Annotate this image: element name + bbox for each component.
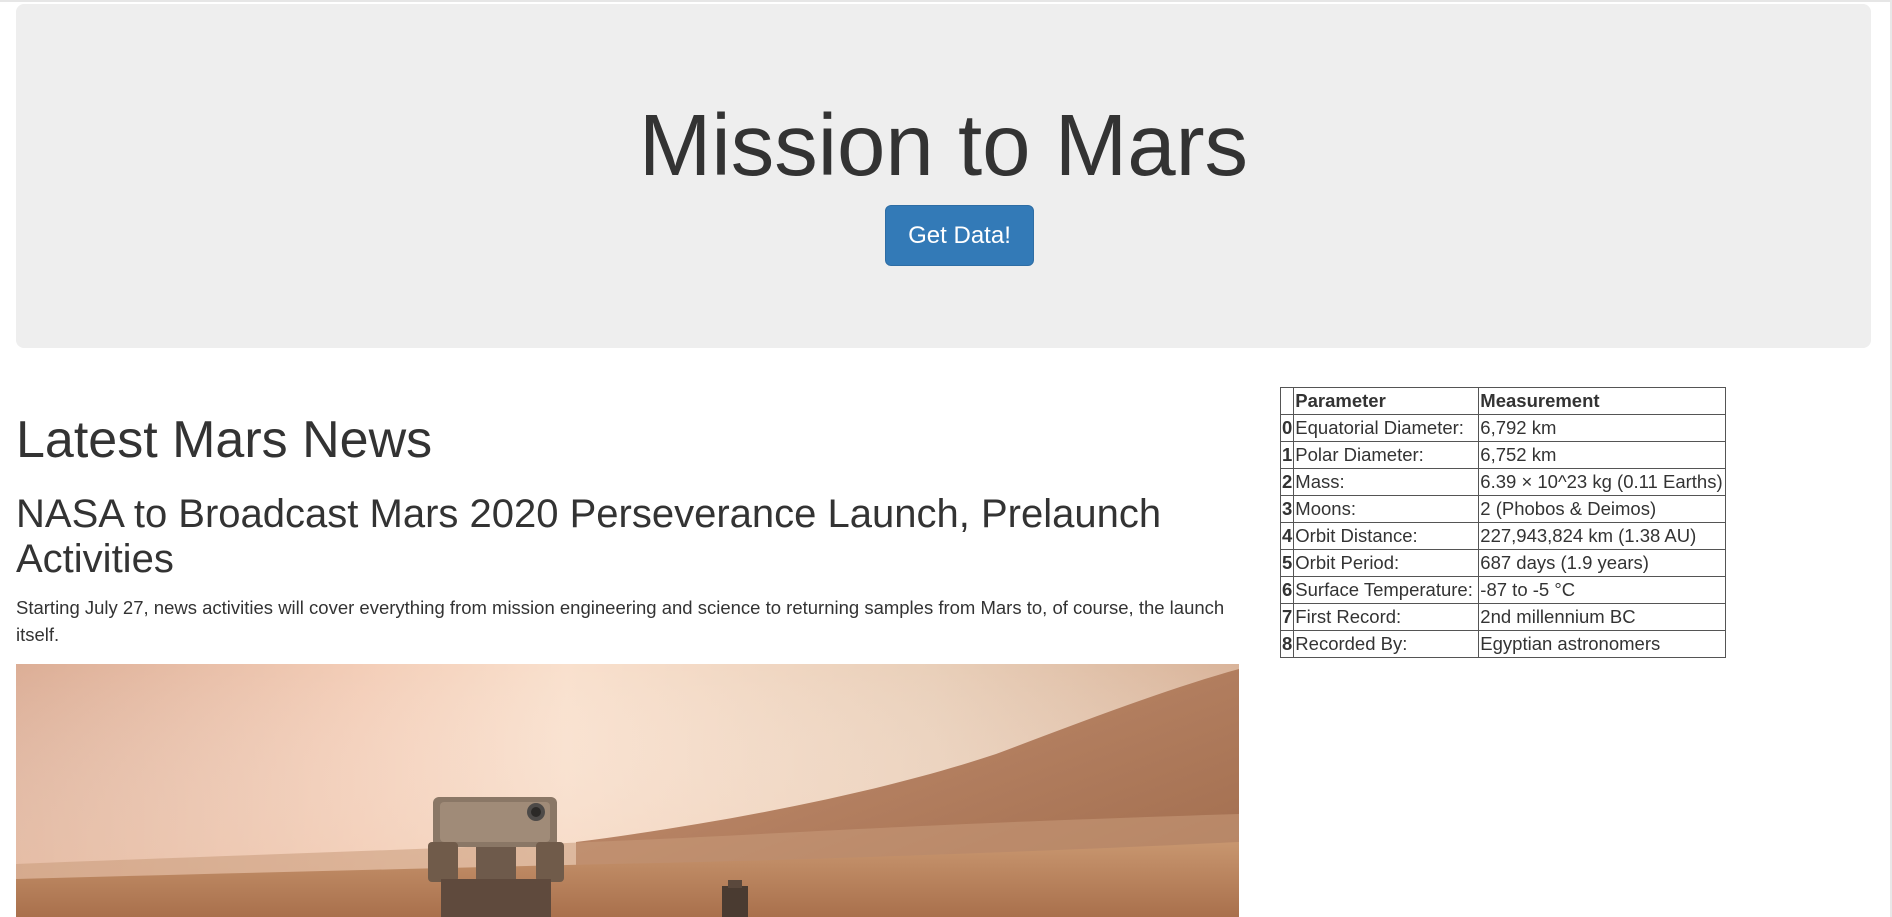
table-row: 0 Equatorial Diameter: 6,792 km <box>1279 414 1727 442</box>
get-data-button[interactable]: Get Data! <box>885 205 1034 266</box>
row-index: 1 <box>1279 441 1295 469</box>
row-index: 0 <box>1279 414 1295 442</box>
measurement-cell: 227,943,824 km (1.38 AU) <box>1478 522 1727 550</box>
parameter-cell: Moons: <box>1293 495 1480 523</box>
news-title: NASA to Broadcast Mars 2020 Perseverance… <box>16 492 1162 581</box>
mars-facts-table: Parameter Measurement 0 Equatorial Diame… <box>1279 387 1727 658</box>
row-index: 8 <box>1279 630 1295 658</box>
index-header <box>1279 387 1295 415</box>
row-index: 2 <box>1279 468 1295 496</box>
page-title: Mission to Mars <box>638 97 1249 194</box>
news-section: Latest Mars News NASA to Broadcast Mars … <box>16 400 1240 648</box>
measurement-cell: 687 days (1.9 years) <box>1478 549 1727 577</box>
measurement-cell: Egyptian astronomers <box>1478 630 1727 658</box>
parameter-cell: Mass: <box>1293 468 1480 496</box>
mars-landscape-picture <box>16 664 1239 917</box>
table-row: 1 Polar Diameter: 6,752 km <box>1279 441 1727 469</box>
table-row: 8 Recorded By: Egyptian astronomers <box>1279 630 1727 658</box>
measurement-cell: 6,792 km <box>1478 414 1727 442</box>
measurement-cell: 2 (Phobos & Deimos) <box>1478 495 1727 523</box>
page: Mission to Mars Get Data! Latest Mars Ne… <box>0 0 1892 917</box>
measurement-cell: -87 to -5 °C <box>1478 576 1727 604</box>
table-row: 2 Mass: 6.39 × 10^23 kg (0.11 Earths) <box>1279 468 1727 496</box>
table-row: 7 First Record: 2nd millennium BC <box>1279 603 1727 631</box>
row-index: 4 <box>1279 522 1295 550</box>
measurement-cell: 6,752 km <box>1478 441 1727 469</box>
parameter-header: Parameter <box>1293 387 1480 415</box>
table-row: 3 Moons: 2 (Phobos & Deimos) <box>1279 495 1727 523</box>
row-index: 5 <box>1279 549 1295 577</box>
parameter-cell: First Record: <box>1293 603 1480 631</box>
parameter-cell: Orbit Period: <box>1293 549 1480 577</box>
table-header-row: Parameter Measurement <box>1279 387 1727 415</box>
parameter-cell: Recorded By: <box>1293 630 1480 658</box>
news-paragraph: Starting July 27, news activities will c… <box>16 597 1225 645</box>
table-row: 5 Orbit Period: 687 days (1.9 years) <box>1279 549 1727 577</box>
row-index: 3 <box>1279 495 1295 523</box>
parameter-cell: Orbit Distance: <box>1293 522 1480 550</box>
parameter-cell: Polar Diameter: <box>1293 441 1480 469</box>
parameter-cell: Equatorial Diameter: <box>1293 414 1480 442</box>
row-index: 6 <box>1279 576 1295 604</box>
parameter-cell: Surface Temperature: <box>1293 576 1480 604</box>
measurement-cell: 6.39 × 10^23 kg (0.11 Earths) <box>1478 468 1727 496</box>
rover-shape <box>428 797 564 917</box>
row-index: 7 <box>1279 603 1295 631</box>
mars-rover-image <box>16 664 1239 917</box>
jumbotron: Mission to Mars Get Data! <box>16 4 1871 348</box>
table-row: 6 Surface Temperature: -87 to -5 °C <box>1279 576 1727 604</box>
latest-news-heading: Latest Mars News <box>16 411 433 469</box>
table-row: 4 Orbit Distance: 227,943,824 km (1.38 A… <box>1279 522 1727 550</box>
measurement-header: Measurement <box>1478 387 1727 415</box>
top-border <box>0 0 1892 2</box>
measurement-cell: 2nd millennium BC <box>1478 603 1727 631</box>
